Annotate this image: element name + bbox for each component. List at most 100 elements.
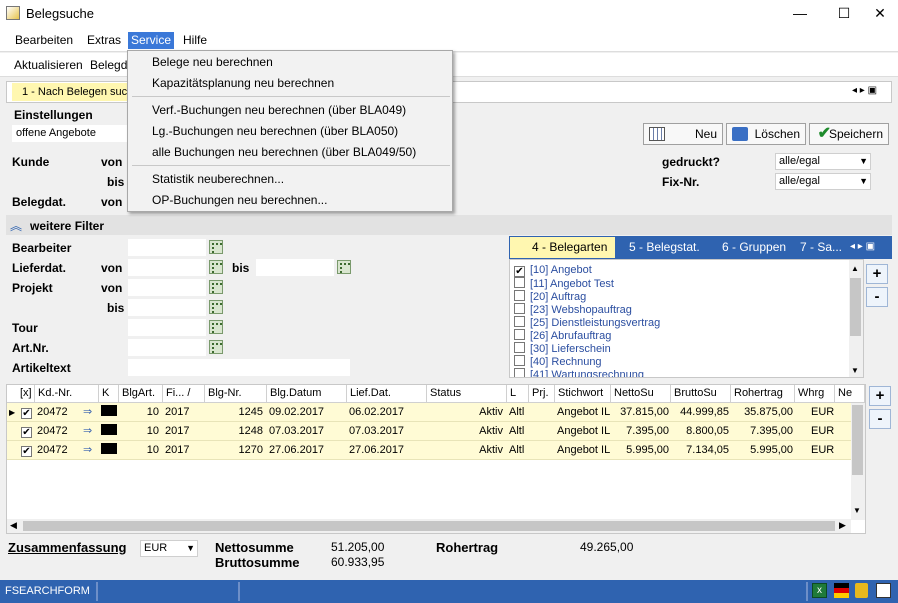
calendar-icon[interactable] [209,260,223,274]
list-item[interactable]: [30] Lieferschein [514,342,611,355]
tab-nach-belegen[interactable]: 1 - Nach Belegen suc [12,83,130,101]
row-checkbox[interactable]: ✔ [19,403,33,422]
tab-gruppen[interactable]: 6 - Gruppen [722,240,786,254]
column-header[interactable]: Whrg [795,385,835,402]
scroll-right-icon[interactable]: ▶ [839,520,846,531]
belegd-button[interactable]: Belegd [90,58,127,72]
lookup-icon[interactable] [209,320,223,334]
table-row[interactable]: ✔ 20472 ⇒ 10 2017 1270 27.06.2017 27.06.… [7,441,865,460]
lieferdat-von-input[interactable] [128,259,206,276]
column-header[interactable]: BruttoSu [671,385,731,402]
column-header[interactable]: NettoSu [611,385,671,402]
scroll-thumb[interactable] [850,278,861,336]
menu-service[interactable]: Service [128,32,175,49]
column-header[interactable]: Fi... / [163,385,205,402]
tab-sa[interactable]: 7 - Sa... [800,240,842,254]
checkbox[interactable] [514,355,525,366]
save-button[interactable]: ✔ Speichern [809,123,889,145]
remove-row-button[interactable]: - [869,409,891,429]
list-item[interactable]: [11] Angebot Test [514,277,614,290]
column-header[interactable]: Blg.Datum [267,385,347,402]
list-item[interactable]: ✔ [10] Angebot [514,264,592,277]
link-arrow-icon[interactable]: ⇒ [81,441,99,460]
column-header[interactable]: Rohertrag [731,385,795,402]
column-header[interactable]: Ne [835,385,865,402]
remove-belegart-button[interactable]: - [866,287,888,307]
column-header[interactable]: Blg-Nr. [205,385,267,402]
row-checkbox[interactable]: ✔ [19,441,33,460]
artikeltext-input[interactable] [128,359,350,376]
list-item[interactable]: [26] Abrufauftrag [514,329,611,342]
table-row[interactable]: ✔ 20472 ⇒ 10 2017 1248 07.03.2017 07.03.… [7,422,865,441]
lookup-icon[interactable] [209,280,223,294]
list-item[interactable]: [23] Webshopauftrag [514,303,632,316]
new-button[interactable]: Neu [643,123,723,145]
minimize-button[interactable]: — [780,0,820,28]
lock-icon[interactable] [855,583,868,598]
list-scrollbar[interactable]: ▲ ▼ [849,260,863,377]
maximize-button[interactable]: ☐ [824,0,864,28]
scroll-down-icon[interactable]: ▼ [851,366,859,375]
list-item[interactable]: [41] Wartungsrechnung [514,368,644,377]
scroll-down-icon[interactable]: ▼ [853,506,861,515]
checkbox[interactable] [514,329,525,340]
checkbox[interactable]: ✔ [514,266,525,277]
settings-select[interactable]: offene Angebote [12,125,127,142]
lookup-icon[interactable] [209,240,223,254]
column-header[interactable]: BlgArt. [119,385,163,402]
tour-input[interactable] [128,319,206,336]
column-header[interactable]: Prj. [529,385,555,402]
menu-item-alle-buchungen[interactable]: alle Buchungen neu berechnen (über BLA04… [152,145,416,159]
menu-hilfe[interactable]: Hilfe [180,32,210,49]
tab-nav-icon[interactable]: ◂ ▸ ▣ [852,85,877,96]
refresh-button[interactable]: Aktualisieren [14,58,83,72]
column-header[interactable]: Kd.-Nr. [35,385,99,402]
flag-de-icon[interactable] [834,583,849,598]
column-header[interactable]: L [507,385,529,402]
menu-item-lg-buchungen[interactable]: Lg.-Buchungen neu berechnen (über BLA050… [152,124,398,138]
checkbox[interactable] [514,290,525,301]
add-row-button[interactable]: + [869,386,891,406]
list-item[interactable]: [40] Rechnung [514,355,602,368]
checkbox[interactable] [514,316,525,327]
menu-item-verf-buchungen[interactable]: Verf.-Buchungen neu berechnen (über BLA0… [152,103,406,117]
grid-vscrollbar[interactable]: ▼ [851,403,865,520]
tab-belegstat[interactable]: 5 - Belegstat. [629,240,700,254]
column-header[interactable]: [x] [17,385,35,402]
grid-hscrollbar[interactable]: ◀ ▶ [7,519,851,533]
projekt-von-input[interactable] [128,279,206,296]
menu-item-op-buchungen[interactable]: OP-Buchungen neu berechnen... [152,193,327,207]
row-checkbox[interactable]: ✔ [19,422,33,441]
add-belegart-button[interactable]: + [866,264,888,284]
menu-item-belege-neu-berechnen[interactable]: Belege neu berechnen [152,55,273,69]
printer-icon[interactable] [876,583,891,598]
tab-nav-icon[interactable]: ◂ ▸ ▣ [850,241,875,252]
column-header[interactable]: K [99,385,119,402]
lookup-icon[interactable] [209,300,223,314]
list-item[interactable]: [25] Dienstleistungsvertrag [514,316,660,329]
column-header[interactable]: Lief.Dat. [347,385,427,402]
menu-item-statistik[interactable]: Statistik neuberechnen... [152,172,284,186]
menu-item-kapazitaetsplanung[interactable]: Kapazitätsplanung neu berechnen [152,76,334,90]
lookup-icon[interactable] [209,340,223,354]
fixnr-select[interactable]: alle/egal ▼ [775,173,871,190]
projekt-bis-input[interactable] [128,299,206,316]
checkbox[interactable] [514,368,525,377]
excel-icon[interactable]: x [812,583,827,598]
scroll-up-icon[interactable]: ▲ [851,264,859,273]
list-item[interactable]: [20] Auftrag [514,290,586,303]
calendar-icon[interactable] [337,260,351,274]
currency-select[interactable]: EUR ▼ [140,540,198,557]
collapse-icon[interactable]: ︽ [10,217,22,234]
checkbox[interactable] [514,277,525,288]
column-header[interactable]: Status [427,385,507,402]
lieferdat-bis-input[interactable] [256,259,334,276]
checkbox[interactable] [514,342,525,353]
scroll-left-icon[interactable]: ◀ [10,520,17,531]
link-arrow-icon[interactable]: ⇒ [81,422,99,441]
filter-header[interactable]: ︽ weitere Filter [6,215,892,235]
column-header[interactable]: Stichwort [555,385,611,402]
tab-belegarten[interactable]: 4 - Belegarten [510,237,616,258]
checkbox[interactable] [514,303,525,314]
gedruckt-select[interactable]: alle/egal ▼ [775,153,871,170]
